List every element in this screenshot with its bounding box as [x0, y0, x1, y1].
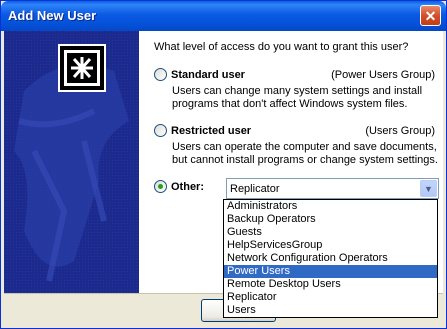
other-option[interactable]: Other: [154, 180, 224, 193]
group-dropdown-list[interactable]: Administrators Backup Operators Guests Help… [223, 199, 438, 318]
chevron-down-icon[interactable]: ▼ [420, 180, 437, 197]
dropdown-item[interactable]: Users [224, 304, 437, 317]
title-bar[interactable]: Add New User ✕ [1, 1, 446, 31]
dropdown-item[interactable]: Network Configuration Operators [224, 252, 437, 265]
access-question: What level of access do you want to gran… [154, 41, 409, 53]
restricted-user-option[interactable]: Restricted user (Users Group) [154, 124, 439, 137]
standard-user-option[interactable]: Standard user (Power Users Group) [154, 68, 439, 81]
standard-user-group: (Power Users Group) [331, 68, 435, 81]
add-new-user-window: Add New User ✕ What level of access do y… [0, 0, 447, 329]
side-panel-graphic [4, 31, 139, 293]
dropdown-item[interactable]: Administrators [224, 200, 437, 213]
close-icon: ✕ [424, 7, 437, 24]
close-button[interactable]: ✕ [420, 5, 441, 26]
dropdown-item[interactable]: Power Users [224, 265, 437, 278]
standard-user-radio[interactable] [154, 68, 167, 81]
group-combobox-value: Replicator [230, 183, 280, 195]
restricted-user-label[interactable]: Restricted user [171, 125, 251, 137]
restricted-user-radio[interactable] [154, 124, 167, 137]
group-combobox[interactable]: Replicator ▼ [226, 178, 439, 199]
restricted-user-group: (Users Group) [365, 124, 435, 137]
dropdown-item[interactable]: Replicator [224, 291, 437, 304]
dropdown-item[interactable]: HelpServicesGroup [224, 239, 437, 252]
user-key-icon [58, 44, 106, 92]
side-panel-art [4, 31, 139, 293]
dropdown-item[interactable]: Remote Desktop Users [224, 278, 437, 291]
dropdown-item[interactable]: Guests [224, 226, 437, 239]
window-title: Add New User [8, 8, 97, 23]
other-label[interactable]: Other: [171, 181, 204, 193]
standard-user-label[interactable]: Standard user [171, 69, 245, 81]
other-radio[interactable] [154, 180, 167, 193]
standard-user-description: Users can change many system settings an… [172, 85, 423, 110]
dropdown-item[interactable]: Backup Operators [224, 213, 437, 226]
restricted-user-description: Users can operate the computer and save … [172, 141, 438, 166]
